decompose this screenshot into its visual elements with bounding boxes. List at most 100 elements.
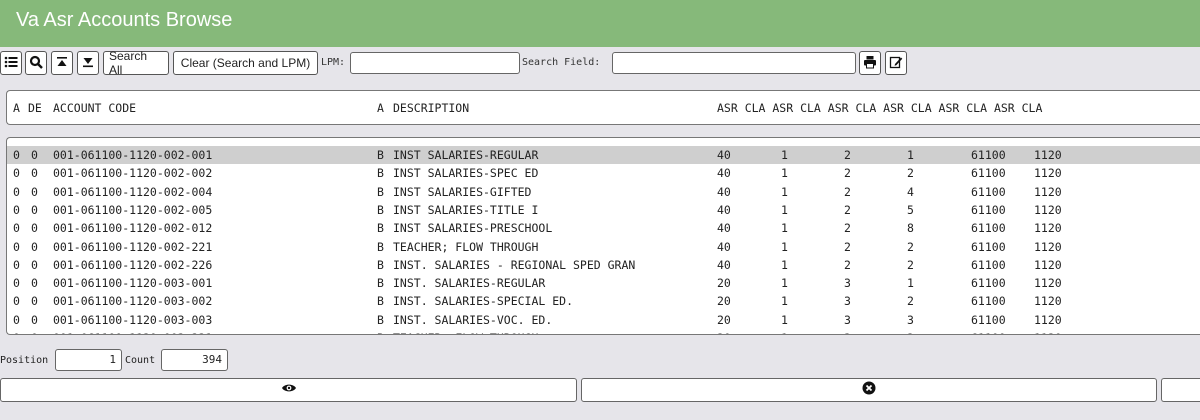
cell-de: 0 — [31, 239, 38, 254]
table-row[interactable]: 0 0 001-061100-1120-002-221 B TEACHER; FLOW … — [7, 238, 1200, 256]
cancel-button[interactable] — [581, 378, 1157, 402]
cell-asr-2: 2 — [844, 184, 851, 199]
cell-cla-1: 1 — [781, 294, 788, 309]
cell-description: INST SALARIES-GIFTED — [393, 184, 532, 199]
next-record-button[interactable] — [77, 51, 99, 75]
table-row[interactable]: 0 0 001-061100-1120-002-001 B INST SALARIES-… — [7, 146, 1200, 164]
table-row[interactable]: 0 0 001-061100-1120-003-003 B INST. SALARIES… — [7, 311, 1200, 329]
view-button[interactable] — [0, 378, 577, 402]
table-row[interactable]: 0 0 001-061100-1120-003-002 B INST. SALARIES… — [7, 292, 1200, 310]
table-row[interactable]: 0 0 001-061100-1120-002-002 B INST SALARIES-… — [7, 164, 1200, 182]
edit-button[interactable] — [885, 51, 907, 75]
search-all-button[interactable]: Search All — [103, 49, 169, 77]
cell-asr-1: 20 — [717, 276, 731, 291]
cell-account-code: 001-061100-1120-002-002 — [53, 166, 213, 181]
search-field-label: Search Field: — [522, 57, 601, 68]
clear-search-button[interactable]: Clear (Search and LPM) — [173, 51, 318, 75]
cell-type: B — [377, 294, 384, 309]
cell-asr-2: 2 — [844, 166, 851, 181]
cell-de: 0 — [31, 312, 38, 327]
accounts-list[interactable]: 0 0 001-061100-1120-002-001 B INST SALARIES-… — [6, 137, 1200, 335]
cell-de: 0 — [31, 257, 38, 272]
cell-description: INST SALARIES-PRESCHOOL — [393, 221, 553, 236]
cell-asr-3: 61100 — [971, 239, 1006, 254]
search-button[interactable] — [25, 51, 47, 75]
search-field[interactable] — [612, 52, 856, 74]
cell-asr-2: 2 — [844, 239, 851, 254]
cell-type: B — [377, 331, 384, 334]
table-row[interactable]: 0 0 001-061100-1120-002-005 B INST SALARIES-… — [7, 201, 1200, 219]
cell-de: 0 — [31, 166, 38, 181]
cell-asr-3: 61100 — [971, 202, 1006, 217]
cell-type: B — [377, 239, 384, 254]
cell-cla-1: 1 — [781, 148, 788, 162]
cell-a: 0 — [13, 257, 20, 272]
cell-asr-3: 61100 — [971, 276, 1006, 291]
cell-asr-1: 40 — [717, 221, 731, 236]
cell-a: 0 — [13, 239, 20, 254]
table-row[interactable]: 0 0 001-061100-1120-002-012 B INST SALARIES-… — [7, 219, 1200, 237]
cell-cla-2: 3 — [907, 312, 914, 327]
cell-description: INST. SALARIES - REGIONAL SPED GRAN — [393, 257, 636, 272]
cell-type: B — [377, 166, 384, 181]
lpm-field[interactable] — [350, 52, 520, 74]
table-row[interactable]: 0 0 001-061100-1120-002-226 B INST. SALARIES… — [7, 256, 1200, 274]
cell-asr-1: 20 — [717, 294, 731, 309]
cell-description: INST SALARIES-SPEC ED — [393, 166, 539, 181]
list-icon — [4, 55, 18, 72]
cell-account-code: 001-061100-1120-002-226 — [53, 257, 213, 272]
cell-description: INST. SALARIES-REGULAR — [393, 276, 546, 291]
cell-cla-1: 1 — [781, 257, 788, 272]
table-row[interactable]: 0 0 001-061100-1120-003-221 B TEACHER; FLOW … — [7, 329, 1200, 334]
cell-cla-2: 8 — [907, 221, 914, 236]
header-a: A — [13, 101, 20, 115]
cell-account-code: 001-061100-1120-003-002 — [53, 294, 213, 309]
cell-asr-1: 40 — [717, 166, 731, 181]
cell-cla-3: 1120 — [1034, 221, 1062, 236]
cell-account-code: 001-061100-1120-002-005 — [53, 202, 213, 217]
lpm-label: LPM: — [321, 57, 346, 68]
cell-a: 0 — [13, 202, 20, 217]
cell-cla-3: 1120 — [1034, 184, 1062, 199]
cell-asr-2: 2 — [844, 202, 851, 217]
cell-description: TEACHER; FLOW THROUGH — [393, 331, 538, 334]
toolbar: Search All Clear (Search and LPM) LPM: S… — [0, 49, 1200, 77]
list-button[interactable] — [0, 51, 22, 75]
cell-account-code: 001-061100-1120-002-012 — [53, 221, 213, 236]
cell-asr-3: 61100 — [971, 294, 1006, 309]
cell-asr-1: 40 — [717, 148, 731, 162]
cell-type: B — [377, 202, 384, 217]
cell-a: 0 — [13, 294, 20, 309]
position-field[interactable]: 1 — [55, 349, 122, 371]
cell-de: 0 — [31, 294, 38, 309]
cell-de: 0 — [31, 221, 38, 236]
close-circle-icon — [862, 381, 876, 400]
cell-account-code: 001-061100-1120-003-003 — [53, 312, 213, 327]
cell-cla-2: 5 — [907, 202, 914, 217]
print-button[interactable] — [859, 51, 881, 75]
cell-account-code: 001-061100-1120-003-221 — [53, 331, 212, 334]
first-record-button[interactable] — [51, 51, 73, 75]
cell-de: 0 — [31, 202, 38, 217]
search-icon — [29, 55, 43, 72]
print-icon — [863, 55, 877, 72]
table-row[interactable]: 0 0 001-061100-1120-002-004 B INST SALARIES-… — [7, 183, 1200, 201]
column-header: A DE ACCOUNT CODE A DESCRIPTION ASR CLA … — [6, 90, 1200, 125]
cell-de: 0 — [31, 148, 38, 162]
cell-asr-2: 2 — [844, 148, 851, 162]
cell-type: B — [377, 257, 384, 272]
lpm-input[interactable] — [351, 53, 519, 73]
cell-cla-1: 1 — [781, 312, 788, 327]
cell-cla-1: 1 — [781, 166, 788, 181]
cell-asr-2: 3 — [844, 294, 851, 309]
cell-account-code: 001-061100-1120-003-001 — [53, 276, 213, 291]
extra-button[interactable] — [1161, 378, 1200, 402]
first-record-icon — [56, 56, 68, 71]
cell-asr-3: 61100 — [971, 148, 1006, 162]
cell-a: 0 — [13, 312, 20, 327]
cell-cla-1: 1 — [781, 331, 788, 334]
cell-asr-3: 61100 — [971, 312, 1006, 327]
search-field-input[interactable] — [613, 53, 855, 73]
next-record-icon — [82, 56, 94, 71]
table-row[interactable]: 0 0 001-061100-1120-003-001 B INST. SALARIES… — [7, 274, 1200, 292]
